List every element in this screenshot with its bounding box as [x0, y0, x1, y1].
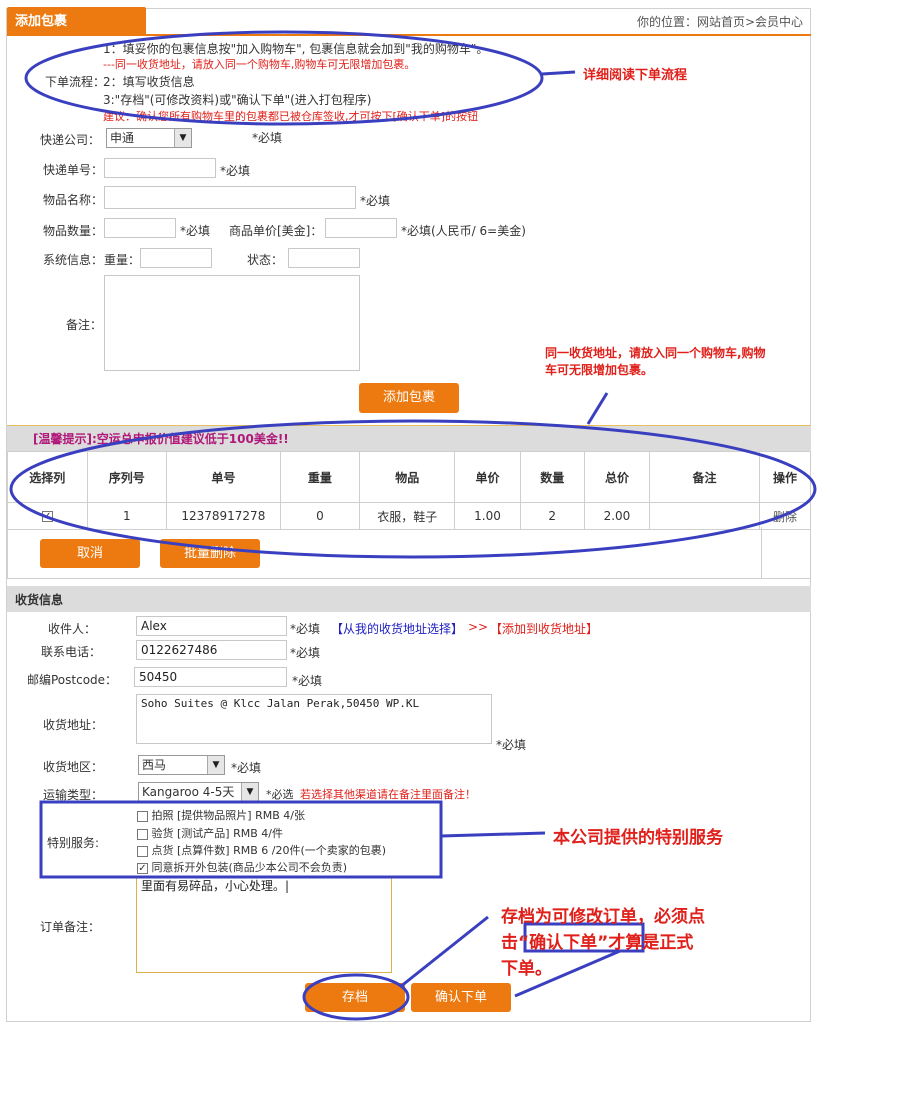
annotation-special-service: 本公司提供的特别服务 — [553, 828, 723, 848]
save-ellipse — [302, 973, 410, 1021]
special-service-pointer — [440, 831, 546, 838]
annotation-overlay — [9, 30, 817, 1021]
annotation-save-note-suffix: 才算是正式 — [608, 933, 694, 953]
special-service-box — [39, 800, 443, 879]
cart-pointer — [586, 392, 609, 425]
process-ellipse — [24, 30, 544, 126]
cart-ellipse — [9, 419, 817, 559]
save-pointer — [399, 915, 489, 989]
annotation-confirm-quote: “确认下单” — [518, 933, 609, 953]
annotation-save-note-prefix: 击 — [501, 933, 518, 953]
annotation-same-address-line2: 车可无限增加包裹。 — [545, 363, 654, 377]
annotation-same-address-line1: 同一收货地址，请放入同一个购物车,购物 — [545, 346, 766, 360]
process-pointer — [541, 70, 576, 76]
annotation-save-note-line1: 存档为可修改订单，必须点 — [501, 907, 705, 927]
annotation-save-note-line3: 下单。 — [501, 959, 552, 979]
annotation-save-note-line2: 击“确认下单”才算是正式 — [501, 928, 693, 953]
annotation-read-process: 详细阅读下单流程 — [583, 68, 688, 83]
